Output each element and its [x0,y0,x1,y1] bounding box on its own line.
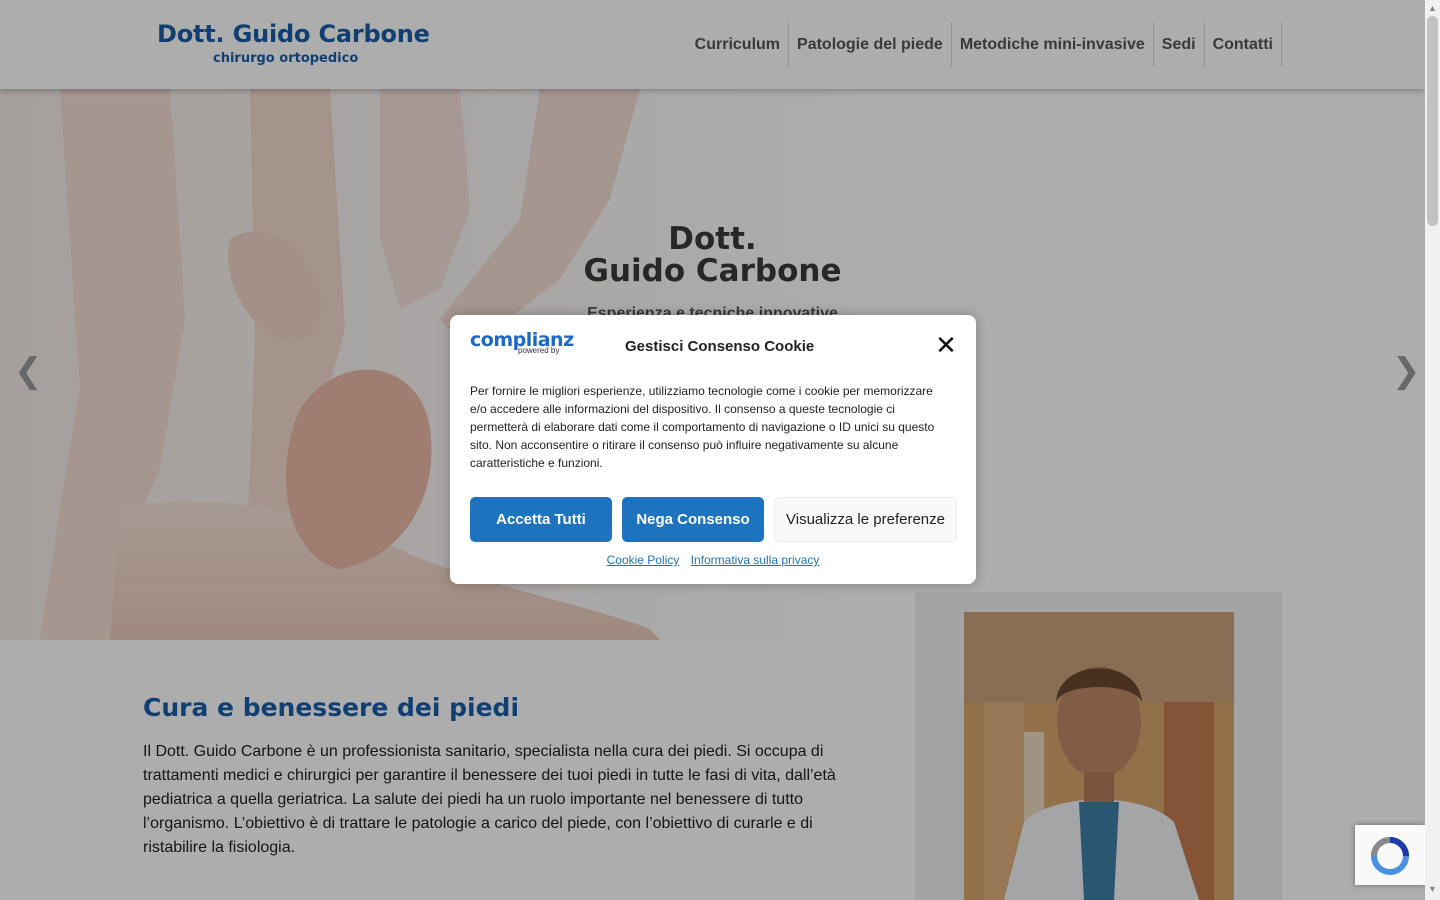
recaptcha-icon [1371,837,1409,875]
privacy-policy-link[interactable]: Informativa sulla privacy [691,553,820,567]
scroll-thumb[interactable] [1427,16,1438,226]
modal-title: Gestisci Consenso Cookie [625,338,815,355]
brand-powered-by: powered by [518,346,560,355]
policy-links: Cookie Policy Informativa sulla privacy [450,553,976,567]
complianz-logo: complianz powered by [470,329,574,355]
view-preferences-button[interactable]: Visualizza le preferenze [774,497,957,542]
deny-consent-button[interactable]: Nega Consenso [622,497,764,542]
cookie-policy-link[interactable]: Cookie Policy [607,553,680,567]
scroll-down-arrow-icon[interactable]: ▼ [1428,884,1437,894]
recaptcha-badge[interactable] [1355,825,1425,885]
consent-text: Per fornire le migliori esperienze, util… [470,384,935,470]
scroll-up-arrow-icon[interactable]: ▲ [1428,3,1437,13]
close-icon[interactable]: ✕ [934,332,958,358]
page-scrollbar[interactable]: ▲ ▼ [1425,0,1440,900]
accept-all-button[interactable]: Accetta Tutti [470,497,612,542]
cookie-consent-modal: complianz powered by Gestisci Consenso C… [450,315,976,584]
